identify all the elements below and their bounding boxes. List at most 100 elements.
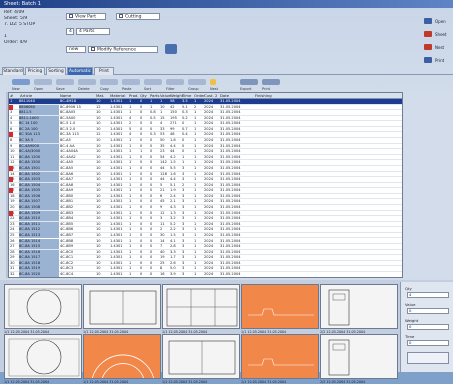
table-cell: 10: [96, 227, 101, 232]
tab-pricing[interactable]: Pricing: [25, 67, 45, 75]
nest-icon[interactable]: [424, 44, 432, 50]
part-thumbnail[interactable]: [162, 334, 240, 379]
modify-reference-checkbox[interactable]: Modify Reference: [88, 46, 158, 53]
table-cell: 142: [160, 160, 167, 165]
part-thumbnail[interactable]: [83, 284, 161, 329]
table-cell: 0: [140, 249, 143, 254]
copy-icon[interactable]: [100, 79, 118, 85]
table-cell: 2.4: [170, 193, 176, 198]
table-cell: 0: [140, 182, 143, 187]
table-cell: 8C-8A 1511: [19, 221, 59, 228]
prop-value-field[interactable]: 0: [407, 308, 449, 314]
cutting-label: Cutting: [125, 14, 142, 20]
table-cell: 7: [160, 244, 163, 249]
table-cell: 0: [140, 126, 143, 131]
table-cell: 0.3: [150, 132, 156, 137]
table-cell: 0: [140, 143, 143, 148]
table-cell: 44: [160, 165, 165, 170]
table-cell: 31.05.2004: [220, 271, 241, 276]
table-cell: 3: [182, 216, 185, 221]
table-cell: 2024: [204, 160, 214, 165]
cutting-checkbox[interactable]: Cutting: [116, 13, 160, 20]
filter-icon[interactable]: [166, 79, 184, 85]
prop-qty-field[interactable]: 4: [407, 292, 449, 298]
thumbnail-caption: 1/1 12.05.2004 31.05.2004: [83, 380, 129, 384]
part-thumbnail[interactable]: [241, 284, 319, 329]
table-cell: 0: [182, 143, 185, 148]
table-cell: 150: [170, 110, 177, 115]
table-cell: 1: [194, 238, 197, 243]
delete-icon[interactable]: [78, 79, 96, 85]
prop-weight-field[interactable]: 0: [407, 324, 449, 330]
table-cell: 0: [140, 115, 143, 120]
part-thumbnail[interactable]: [83, 334, 161, 379]
tab-automatic[interactable]: Automatic: [67, 67, 93, 75]
table-cell: 4.4: [170, 177, 176, 182]
table-cell: 1: [194, 99, 197, 103]
sort-icon[interactable]: [144, 79, 162, 85]
view-part-checkbox[interactable]: View Part: [66, 13, 106, 20]
part-drawing: [8, 338, 80, 377]
open-icon[interactable]: [34, 79, 52, 85]
table-cell: 8C-4A/3000: [19, 149, 59, 155]
part-thumbnail[interactable]: [241, 334, 319, 379]
table-cell: 31.05.2004: [220, 126, 241, 131]
table-cell: 1: [194, 221, 197, 226]
qty-value-field[interactable]: 4 Parts: [76, 28, 110, 35]
part-thumbnail[interactable]: [162, 284, 240, 329]
prop-time-field[interactable]: 0: [407, 340, 449, 346]
tab-print[interactable]: Print: [94, 67, 114, 75]
table-cell: 10: [96, 244, 101, 249]
table-cell: 12: [160, 210, 165, 215]
print-icon[interactable]: [424, 57, 432, 63]
view-part-label: View Part: [75, 14, 96, 20]
monitor-icon[interactable]: [165, 44, 177, 54]
prop-label: Weight: [405, 318, 419, 323]
nest-icon[interactable]: [210, 79, 216, 85]
new-field[interactable]: new: [66, 46, 86, 53]
prop-label: Time: [405, 334, 415, 339]
new-icon[interactable]: [12, 79, 30, 85]
sheet-icon[interactable]: [424, 31, 432, 37]
part-thumbnail[interactable]: [4, 334, 82, 379]
table-cell: 10: [96, 165, 101, 170]
table-cell: 12: [96, 132, 101, 137]
table-cell: 3: [182, 221, 185, 226]
table-cell: 0: [150, 126, 153, 131]
table-cell: 8C-8A 1516: [19, 249, 59, 255]
table-cell: 10: [96, 110, 101, 115]
row-status-marker: [9, 177, 13, 183]
open-icon[interactable]: [424, 18, 432, 24]
table-cell: 1: [129, 149, 132, 154]
table-cell: 8C-8A 1514: [19, 238, 59, 244]
print-icon[interactable]: [262, 79, 280, 85]
table-row[interactable]: 32 8C-8A 1520 4C-8C4 10 1.4301 1 0 0 16 3.9 3 1 2024…: [9, 271, 402, 277]
save-icon[interactable]: [56, 79, 74, 85]
table-cell: 31.05.2004: [220, 238, 241, 243]
table-cell: 0: [140, 165, 143, 170]
table-cell: 3: [182, 177, 185, 182]
table-cell: 8C-8A 1518: [19, 260, 59, 267]
qty-input[interactable]: 4: [66, 28, 74, 35]
table-cell: 1: [129, 138, 132, 143]
table-cell: 10: [96, 149, 101, 154]
table-cell: 0.3: [182, 110, 188, 115]
export-icon[interactable]: [240, 79, 258, 85]
app-window: Sheet: Batch 1 Ref: 4/09 Sheet: 5/9 7. D…: [0, 0, 453, 384]
table-cell: 1.4301: [110, 132, 123, 137]
table-cell: 0: [150, 177, 153, 182]
part-thumbnail[interactable]: [320, 334, 398, 379]
table-cell: 4C-8C0: [60, 249, 74, 254]
table-cell: 4C-8B9: [60, 244, 74, 249]
part-thumbnail[interactable]: [320, 284, 398, 329]
tab-sorting[interactable]: Sorting: [46, 67, 66, 75]
table-cell: 8C-8A 1510: [19, 216, 59, 222]
table-cell: 31.05.2004: [220, 154, 241, 159]
group-icon[interactable]: [188, 79, 206, 85]
table-cell: 1: [194, 143, 197, 148]
table-cell: 8C-8A 1504: [19, 182, 59, 188]
part-thumbnail[interactable]: [4, 284, 82, 329]
table-cell: 1: [194, 177, 197, 182]
tab-standard[interactable]: Standard: [2, 67, 24, 75]
paste-icon[interactable]: [122, 79, 140, 85]
